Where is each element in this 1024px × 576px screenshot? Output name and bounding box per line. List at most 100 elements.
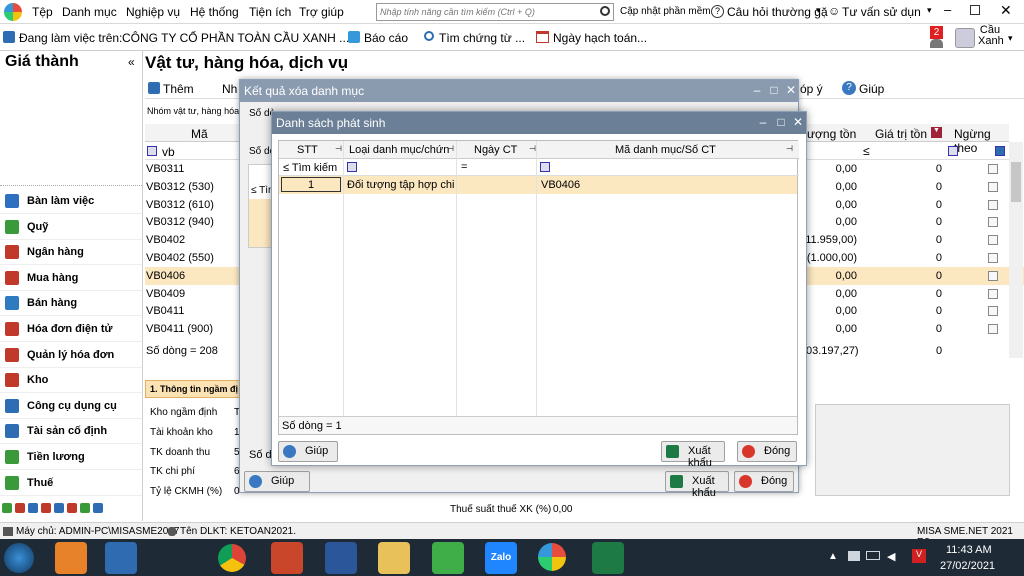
- sidebar-item[interactable]: Thuế: [0, 471, 142, 496]
- column-header-type[interactable]: Loại danh mục/chứn: [349, 144, 449, 156]
- stop-tracking-checkbox[interactable]: [988, 253, 998, 263]
- column-header-value[interactable]: Giá trị tồn: [875, 127, 927, 141]
- search-filter[interactable]: ≤ Tìm kiếm: [283, 162, 337, 174]
- sidebar-item[interactable]: Tiền lương: [0, 445, 142, 470]
- info-tab[interactable]: 1. Thông tin ngầm đị: [145, 380, 243, 398]
- user-name[interactable]: Cầu Xanh: [978, 25, 1004, 47]
- sidebar-item[interactable]: Hóa đơn điện tử: [0, 317, 142, 342]
- report-button[interactable]: Báo cáo: [364, 31, 408, 45]
- windows-start-icon[interactable]: [4, 543, 34, 573]
- filter-checkbox[interactable]: [347, 162, 357, 172]
- generated-list-titlebar[interactable]: Danh sách phát sinh – □ ✕: [272, 112, 806, 134]
- delete-result-titlebar[interactable]: Kết quả xóa danh mục – □ ✕: [240, 80, 798, 102]
- powerpoint-icon[interactable]: [271, 542, 303, 574]
- close-icon[interactable]: ✕: [1000, 2, 1012, 19]
- filter-icon[interactable]: ▼: [931, 127, 942, 138]
- support-menu[interactable]: Tư vấn sử dụn: [842, 5, 921, 19]
- chrome-icon[interactable]: [218, 544, 246, 572]
- search-icon[interactable]: [600, 6, 610, 16]
- delete-result-close-button[interactable]: Đóng: [734, 471, 794, 492]
- add-button[interactable]: Thêm: [163, 82, 194, 96]
- chevron-down-icon[interactable]: ▾: [1008, 33, 1013, 44]
- battery-icon[interactable]: [866, 551, 880, 560]
- misa-icon[interactable]: [538, 543, 566, 571]
- mini-icon[interactable]: [28, 503, 39, 514]
- sidebar-item[interactable]: Bàn làm việc: [0, 189, 142, 214]
- filter-checkbox[interactable]: [540, 162, 550, 172]
- notification-badge[interactable]: 2: [930, 26, 943, 39]
- grid-scrollbar[interactable]: [1009, 142, 1023, 358]
- mini-icon[interactable]: [41, 503, 52, 514]
- filter-checkbox[interactable]: [995, 146, 1005, 156]
- stop-tracking-checkbox[interactable]: [988, 235, 998, 246]
- maximize-icon[interactable]: □: [774, 115, 788, 129]
- mini-icon[interactable]: [67, 503, 78, 514]
- app-icon[interactable]: [432, 542, 464, 574]
- find-voucher-button[interactable]: Tìm chứng từ ...: [439, 31, 525, 45]
- delete-result-help-button[interactable]: Giúp: [244, 471, 310, 492]
- column-header-qty[interactable]: ượng tồn: [807, 127, 856, 141]
- network-icon[interactable]: [848, 551, 860, 561]
- sidebar-item[interactable]: Tài sản cố định: [0, 419, 142, 445]
- minimize-icon[interactable]: –: [750, 83, 764, 97]
- value-filter-operator[interactable]: ≤: [863, 144, 870, 158]
- generated-list-export-button[interactable]: Xuất khẩu: [661, 441, 725, 469]
- sidebar-item[interactable]: Công cụ dụng cụ: [0, 394, 142, 419]
- stop-tracking-checkbox[interactable]: [988, 288, 998, 299]
- column-header-stt[interactable]: STT: [297, 144, 318, 156]
- stop-tracking-checkbox[interactable]: [988, 217, 998, 228]
- posting-date-button[interactable]: Ngày hạch toán...: [553, 31, 647, 45]
- image-preview[interactable]: [815, 404, 1010, 496]
- word-icon[interactable]: [325, 542, 357, 574]
- mini-icon[interactable]: [54, 503, 65, 514]
- sidebar-item[interactable]: Bán hàng: [0, 291, 142, 317]
- menu-file[interactable]: Tệp: [32, 5, 53, 19]
- menu-help[interactable]: Trợ giúp: [299, 5, 344, 19]
- collapse-icon[interactable]: «: [128, 55, 135, 69]
- import-button[interactable]: Nh: [222, 82, 237, 96]
- pin-icon[interactable]: ⊣: [529, 144, 536, 153]
- mini-icon[interactable]: [93, 503, 104, 514]
- filter-checkbox[interactable]: [147, 146, 157, 156]
- column-header-code[interactable]: Mã danh mục/Số CT: [615, 144, 716, 156]
- generated-list-help-button[interactable]: Giúp: [278, 441, 338, 462]
- help-button[interactable]: Giúp: [859, 82, 884, 96]
- pin-icon[interactable]: ⊣: [447, 144, 454, 153]
- stop-tracking-checkbox[interactable]: [988, 181, 998, 192]
- sidebar-splitter[interactable]: [0, 185, 142, 188]
- menu-system[interactable]: Hệ thống: [190, 5, 239, 19]
- media-player-icon[interactable]: [55, 542, 87, 574]
- sidebar-item[interactable]: Kho: [0, 368, 142, 394]
- minimize-icon[interactable]: –: [944, 2, 951, 17]
- minimize-icon[interactable]: –: [756, 115, 770, 129]
- faq-menu[interactable]: Câu hỏi thường gặ: [727, 5, 828, 19]
- file-explorer-icon[interactable]: [105, 542, 137, 574]
- scrollbar-thumb[interactable]: [1011, 162, 1021, 202]
- menu-operations[interactable]: Nghiệp vụ: [126, 5, 180, 19]
- clock-date[interactable]: 27/02/2021: [940, 560, 995, 572]
- stop-tracking-checkbox[interactable]: [988, 199, 998, 210]
- bell-icon[interactable]: [930, 39, 943, 48]
- feedback-button[interactable]: óp ý: [800, 82, 823, 96]
- feature-search-input[interactable]: [376, 3, 614, 21]
- sidebar-item[interactable]: Quản lý hóa đơn: [0, 343, 142, 368]
- close-icon[interactable]: ✕: [791, 115, 805, 129]
- filter-checkbox[interactable]: [948, 146, 958, 156]
- stop-tracking-checkbox[interactable]: [988, 164, 998, 174]
- mini-icon[interactable]: [2, 503, 12, 514]
- stop-tracking-checkbox[interactable]: [988, 306, 998, 317]
- close-icon[interactable]: ✕: [784, 83, 798, 97]
- avatar[interactable]: [955, 28, 975, 48]
- antivirus-icon[interactable]: V: [912, 549, 926, 563]
- list-item[interactable]: 1 Đối tượng tập hợp chi... VB0406: [279, 176, 797, 194]
- column-header-date[interactable]: Ngày CT: [474, 144, 517, 156]
- date-filter-operator[interactable]: =: [461, 161, 467, 173]
- mini-icon[interactable]: [80, 503, 91, 514]
- maximize-icon[interactable]: □: [767, 83, 781, 97]
- folder-icon[interactable]: [378, 542, 410, 574]
- mini-icon[interactable]: [15, 503, 26, 514]
- clock-time[interactable]: 11:43 AM: [946, 544, 992, 556]
- menu-catalog[interactable]: Danh mục: [62, 5, 117, 19]
- sidebar-item[interactable]: Quỹ: [0, 215, 142, 240]
- pin-icon[interactable]: ⊣: [335, 144, 342, 153]
